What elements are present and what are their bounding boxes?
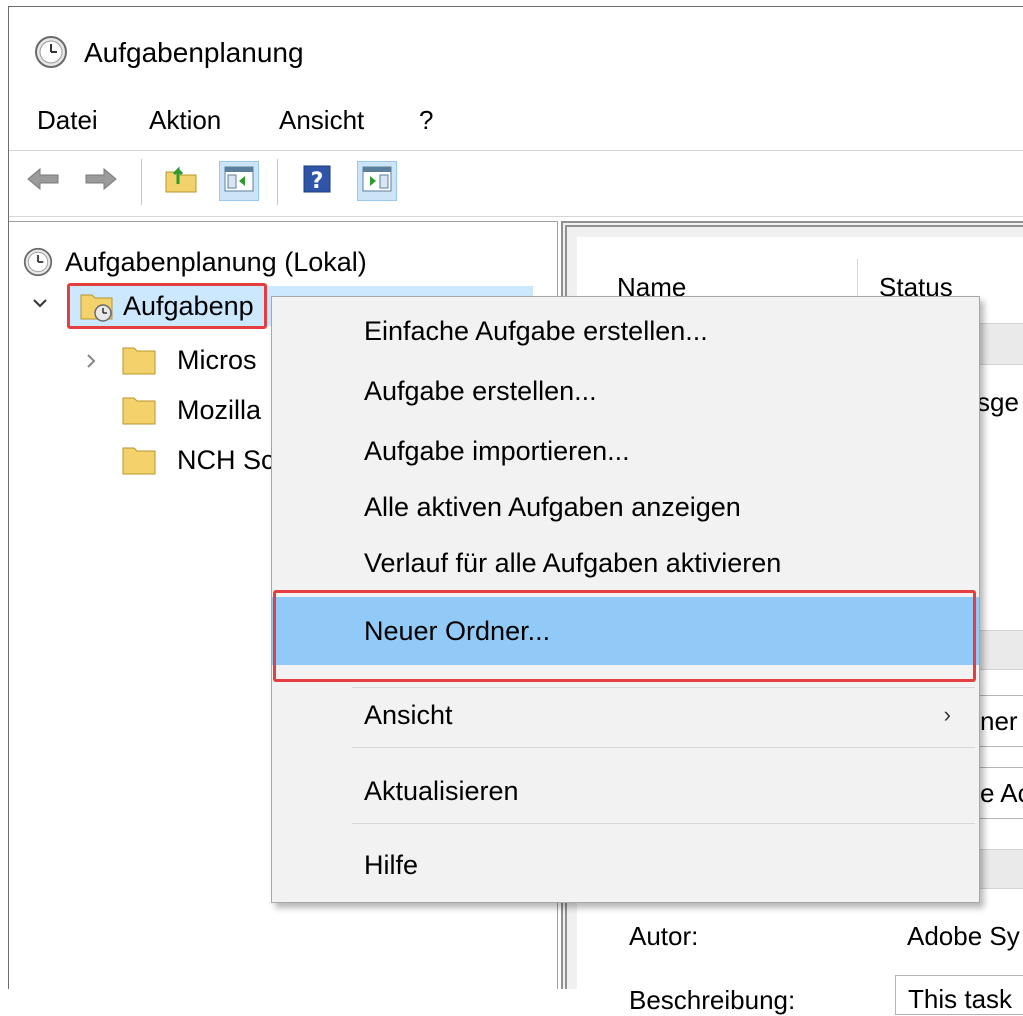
window-title: Aufgabenplanung	[84, 37, 304, 68]
back-icon	[26, 167, 60, 196]
menu-item-label: Ansicht	[364, 699, 453, 730]
highlight-box-new-folder	[273, 590, 976, 682]
menu-item-label: Einfache Aufgabe erstellen...	[364, 315, 708, 346]
folder-icon	[121, 444, 157, 476]
description-field[interactable]: This task	[895, 975, 1023, 1015]
back-button[interactable]	[23, 161, 63, 201]
menu-separator	[352, 823, 975, 824]
menu-item-import-task[interactable]: Aufgabe importieren...	[272, 423, 979, 479]
show-hide-console-tree-icon	[224, 166, 254, 197]
menu-item-create-basic-task[interactable]: Einfache Aufgabe erstellen...	[272, 303, 979, 359]
task-status-cell: sge	[977, 387, 1019, 417]
chevron-down-icon[interactable]	[31, 294, 49, 317]
menu-item-label: Aufgabe erstellen...	[364, 375, 597, 406]
tree-item-folder-label: Micros	[177, 344, 257, 375]
menu-item-label: Verlauf für alle Aufgaben aktivieren	[364, 547, 782, 578]
help-icon: ?	[302, 164, 332, 199]
chevron-right-icon[interactable]	[83, 352, 99, 375]
menu-item-view[interactable]: Ansicht ›	[272, 687, 979, 743]
menu-item-label: Aufgabe importieren...	[364, 435, 630, 466]
tree-item-folder[interactable]: Mozilla	[121, 390, 261, 430]
show-hide-action-pane-button[interactable]	[357, 161, 397, 201]
folder-up-icon	[164, 164, 198, 199]
menu-item-label: Alle aktiven Aufgaben anzeigen	[364, 491, 741, 522]
clock-icon	[23, 247, 53, 277]
forward-icon	[84, 167, 118, 196]
menu-bar: Datei Aktion Ansicht ?	[9, 95, 1023, 150]
menu-item-label: Aktualisieren	[364, 775, 519, 806]
author-value: Adobe Sy	[907, 921, 1020, 951]
author-label: Autor:	[629, 921, 699, 951]
menu-item-label: Hilfe	[364, 849, 419, 880]
folder-up-button[interactable]	[161, 161, 201, 201]
folder-icon	[121, 394, 157, 426]
toolbar-separator	[277, 159, 278, 205]
title-bar: Aufgabenplanung	[9, 7, 1023, 89]
clock-icon	[34, 35, 68, 74]
menu-help[interactable]: ?	[419, 105, 433, 136]
menu-separator	[352, 747, 975, 748]
menu-item-help[interactable]: Hilfe	[272, 837, 979, 893]
submenu-arrow-icon: ›	[943, 702, 951, 727]
tree-item-folder-label: NCH Sc	[177, 444, 275, 475]
description-label: Beschreibung:	[629, 985, 796, 1015]
menu-aktion[interactable]: Aktion	[149, 105, 221, 136]
toolbar: ?	[9, 150, 1023, 217]
menu-item-show-running-tasks[interactable]: Alle aktiven Aufgaben anzeigen	[272, 479, 979, 535]
forward-button[interactable]	[81, 161, 121, 201]
highlight-box-library	[67, 283, 267, 329]
menu-ansicht[interactable]: Ansicht	[279, 105, 364, 136]
show-hide-action-pane-icon	[362, 166, 392, 197]
tree-item-folder[interactable]: Micros	[121, 340, 257, 380]
menu-item-refresh[interactable]: Aktualisieren	[272, 763, 979, 819]
tree-item-root[interactable]: Aufgabenplanung (Lokal)	[23, 242, 367, 282]
detail-field-text: e Ac	[980, 778, 1023, 808]
tree-item-root-label: Aufgabenplanung (Lokal)	[65, 246, 367, 277]
detail-field: ner	[977, 695, 1023, 747]
menu-datei[interactable]: Datei	[37, 105, 98, 136]
menu-item-enable-history[interactable]: Verlauf für alle Aufgaben aktivieren	[272, 535, 979, 591]
toolbar-separator	[141, 159, 142, 205]
help-button[interactable]: ?	[297, 161, 337, 201]
detail-field: e Ac	[977, 767, 1023, 819]
tree-item-folder[interactable]: NCH Sc	[121, 440, 275, 480]
svg-text:?: ?	[311, 169, 324, 194]
show-hide-console-tree-button[interactable]	[219, 161, 259, 201]
menu-item-create-task[interactable]: Aufgabe erstellen...	[272, 363, 979, 419]
detail-field-text: ner	[980, 706, 1018, 736]
folder-icon	[121, 344, 157, 376]
tree-item-folder-label: Mozilla	[177, 394, 262, 425]
